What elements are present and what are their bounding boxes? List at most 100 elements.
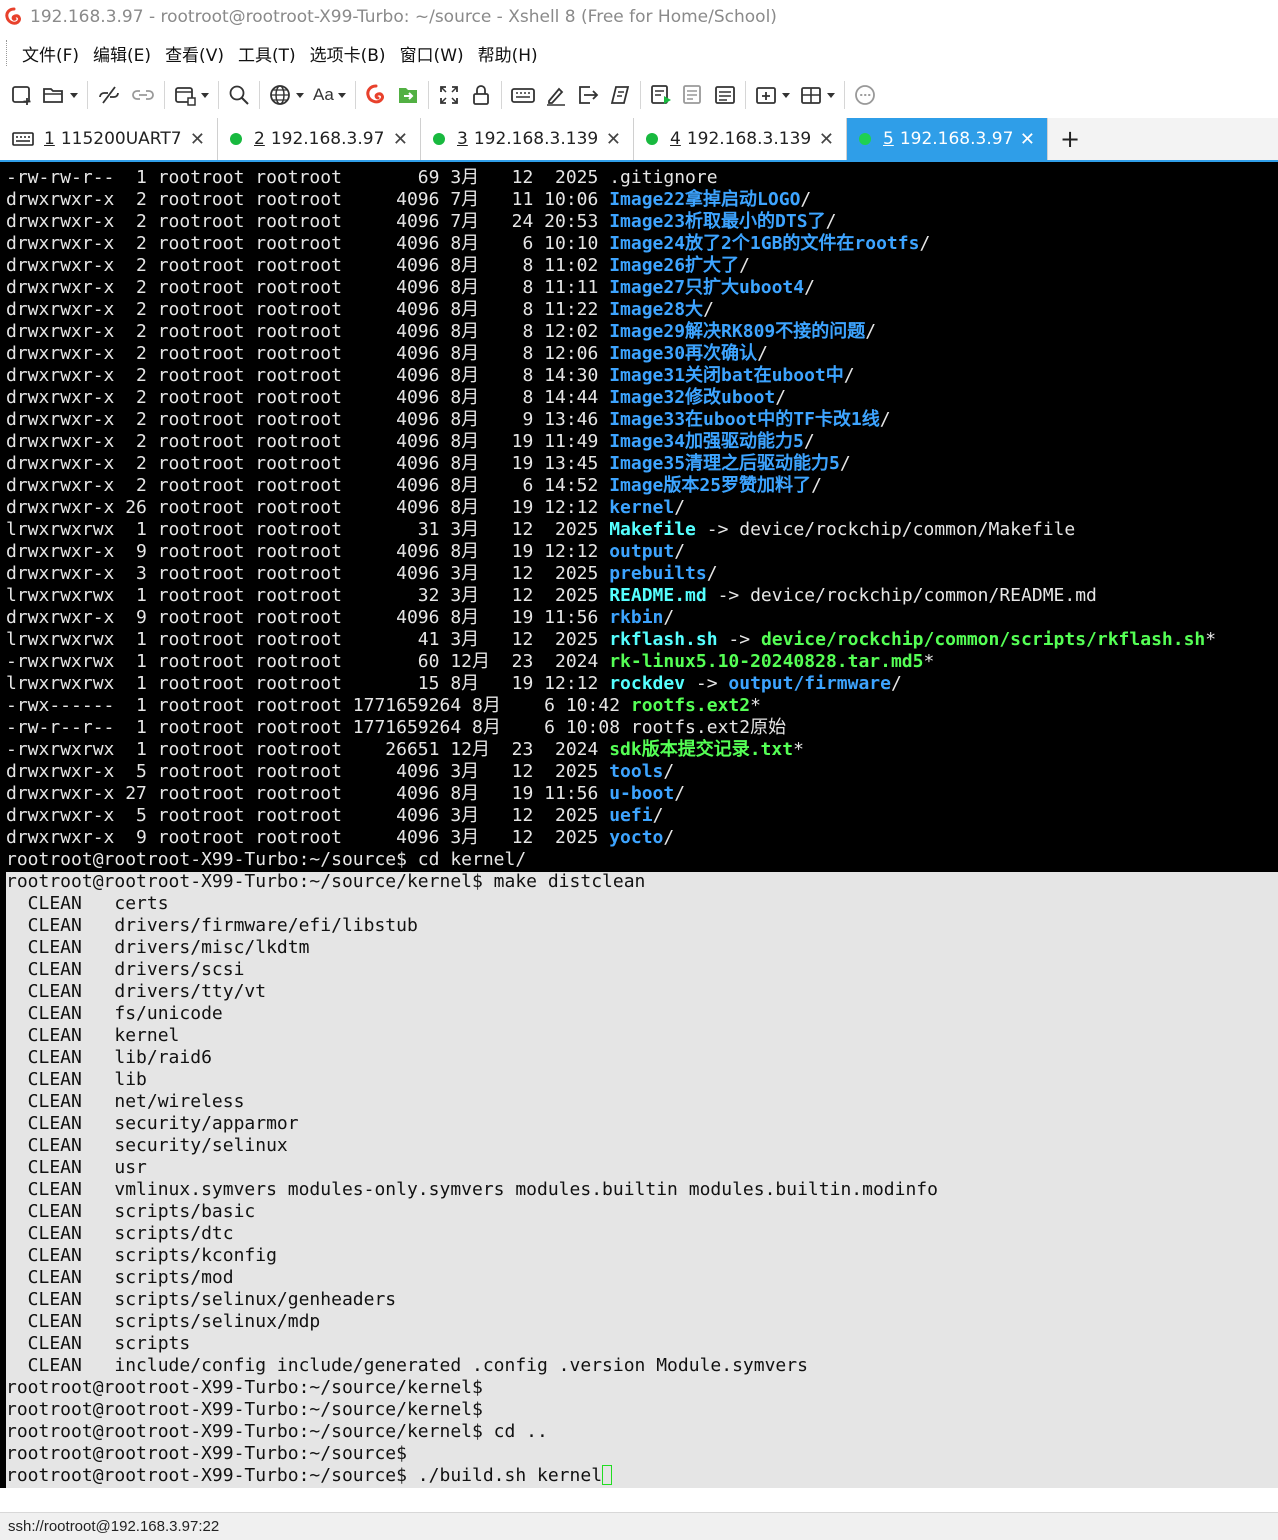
file-name: kernel [609,497,675,518]
compose-list-button[interactable] [709,77,741,113]
menu-tools[interactable]: 工具(T) [232,41,302,66]
terminal-text: CLEAN kernel [6,1025,180,1046]
xshell-button[interactable] [360,77,392,113]
text-cursor [602,1465,613,1485]
xftp-button[interactable] [392,77,424,113]
disconnect-button[interactable] [92,77,126,113]
status-bar: ssh://rootroot@192.168.3.97:22 [0,1512,1278,1540]
menu-grip[interactable] [6,40,10,66]
file-attributes: drwxrwxr-x 2 rootroot rootroot 4096 8月 8… [6,343,610,364]
menu-help[interactable]: 帮助(H) [472,41,544,66]
file-attributes: lrwxrwxrwx 1 rootroot rootroot 32 3月 12 … [6,585,610,606]
tab-session-1[interactable]: 1 115200UART7 ✕ [0,118,218,160]
terminal-line: rootroot@rootroot-X99-Turbo:~/source$ ./… [6,1465,1216,1487]
terminal-line: CLEAN scripts/mod [6,1267,1216,1289]
close-icon[interactable]: ✕ [393,129,408,150]
tab-session-2[interactable]: 2 192.168.3.97 ✕ [218,118,421,160]
connected-status-icon [646,133,658,145]
script-button[interactable] [604,77,636,113]
file-name: Image31关闭bat在uboot中 [609,365,844,386]
file-name: Image24放了2个1GB的文件在rootfs [609,233,920,254]
file-suffix: / [652,805,664,826]
close-icon[interactable]: ✕ [1020,129,1035,150]
file-attributes: drwxrwxr-x 2 rootroot rootroot 4096 8月 8… [6,299,610,320]
file-suffix: / [663,607,675,628]
toolbar-separator [164,81,165,109]
toolbar-separator [259,81,260,109]
file-suffix: / [811,475,822,496]
reconnect-button[interactable] [126,77,160,113]
file-attributes: drwxrwxr-x 2 rootroot rootroot 4096 8月 8… [6,277,610,298]
highlight-button[interactable] [540,77,572,113]
terminal-text: rootroot@rootroot-X99-Turbo:~/source/ker… [6,1399,483,1420]
file-attributes: drwxrwxr-x 2 rootroot rootroot 4096 8月 6… [6,233,610,254]
terminal-view[interactable]: -rw-rw-r-- 1 rootroot rootroot 69 3月 12 … [0,162,1278,1488]
add-tab-button[interactable]: + [1048,118,1080,160]
terminal-line: drwxrwxr-x 2 rootroot rootroot 4096 8月 8… [6,365,1216,387]
layout-button[interactable] [795,77,840,113]
menu-file[interactable]: 文件(F) [16,41,85,66]
tab-session-4[interactable]: 4 192.168.3.139 ✕ [634,118,847,160]
menu-edit[interactable]: 编辑(E) [87,41,157,66]
terminal-line: CLEAN scripts/selinux/genheaders [6,1289,1216,1311]
send-button[interactable] [572,77,604,113]
file-attributes: drwxrwxr-x 5 rootroot rootroot 4096 3月 1… [6,761,610,782]
terminal-line: drwxrwxr-x 5 rootroot rootroot 4096 3月 1… [6,805,1216,827]
menu-window[interactable]: 窗口(W) [394,41,470,66]
file-attributes: drwxrwxr-x 2 rootroot rootroot 4096 8月 1… [6,431,610,452]
file-attributes: drwxrwxr-x 2 rootroot rootroot 4096 8月 8… [6,365,610,386]
close-icon[interactable]: ✕ [606,129,621,150]
menu-view[interactable]: 查看(V) [159,41,230,66]
open-button[interactable] [38,77,83,113]
script-icon [610,86,629,104]
terminal-text: CLEAN fs/unicode [6,1003,223,1024]
encoding-button[interactable] [264,77,309,113]
log-button[interactable] [645,77,677,113]
terminal-text: rootroot@rootroot-X99-Turbo:~/source/ker… [6,871,646,892]
font-button[interactable]: Aa [309,77,351,113]
file-attributes: -rw-rw-r-- 1 rootroot rootroot 69 3月 12 … [6,167,610,188]
terminal-line: rootroot@rootroot-X99-Turbo:~/source$ cd… [6,849,1216,871]
terminal-line: drwxrwxr-x 27 rootroot rootroot 4096 8月 … [6,783,1216,805]
file-suffix: / [757,343,768,364]
terminal-line: lrwxrwxrwx 1 rootroot rootroot 15 8月 19 … [6,673,1216,695]
file-suffix: / [890,673,902,694]
menu-tab[interactable]: 选项卡(B) [304,41,392,66]
session-tab-bar: 1 115200UART7 ✕ 2 192.168.3.97 ✕ 3 192.168.… [0,118,1278,162]
new-window-button[interactable] [169,77,214,113]
terminal-line: lrwxrwxrwx 1 rootroot rootroot 31 3月 12 … [6,519,1216,541]
terminal-text: CLEAN include/config include/generated .… [6,1355,808,1376]
file-suffix: -> device/rockchip/common/Makefile [695,519,1076,540]
file-name: rockdev [609,673,686,694]
highlight-icon [546,87,565,106]
terminal-line: drwxrwxr-x 2 rootroot rootroot 4096 8月 6… [6,233,1216,255]
tab-session-3[interactable]: 3 192.168.3.139 ✕ [421,118,634,160]
chat-button[interactable] [849,77,881,113]
close-icon[interactable]: ✕ [190,129,205,150]
new-tab-button[interactable] [750,77,795,113]
symlink-target: device/rockchip/common/scripts/rkflash.s… [760,629,1206,650]
new-session-icon [12,86,31,105]
keyboard-button[interactable] [506,77,540,113]
xftp-icon [398,88,417,103]
fullscreen-button[interactable] [433,77,465,113]
file-name: Image33在uboot中的TF卡改1线 [609,409,880,430]
file-attributes: drwxrwxr-x 2 rootroot rootroot 4096 7月 2… [6,211,610,232]
new-session-button[interactable] [6,77,38,113]
file-attributes: drwxrwxr-x 2 rootroot rootroot 4096 8月 8… [6,387,610,408]
file-name: Image版本25罗赞加料了 [609,475,812,496]
symlink-arrow: -> [717,629,761,650]
find-button[interactable] [223,77,255,113]
terminal-line: CLEAN scripts/dtc [6,1223,1216,1245]
tab-session-5[interactable]: 5 192.168.3.97 ✕ [847,118,1048,160]
terminal-text: CLEAN scripts/mod [6,1267,234,1288]
terminal-line: CLEAN security/selinux [6,1135,1216,1157]
terminal-line: CLEAN fs/unicode [6,1003,1216,1025]
title-bar: 192.168.3.97 - rootroot@rootroot-X99-Tur… [0,0,1278,34]
new-window-icon [175,87,196,106]
compose-button[interactable] [677,77,709,113]
terminal-text: rootroot@rootroot-X99-Turbo:~/source$ [6,1443,407,1464]
tab-number: 3 [457,129,468,149]
close-icon[interactable]: ✕ [819,129,834,150]
lock-button[interactable] [465,77,497,113]
